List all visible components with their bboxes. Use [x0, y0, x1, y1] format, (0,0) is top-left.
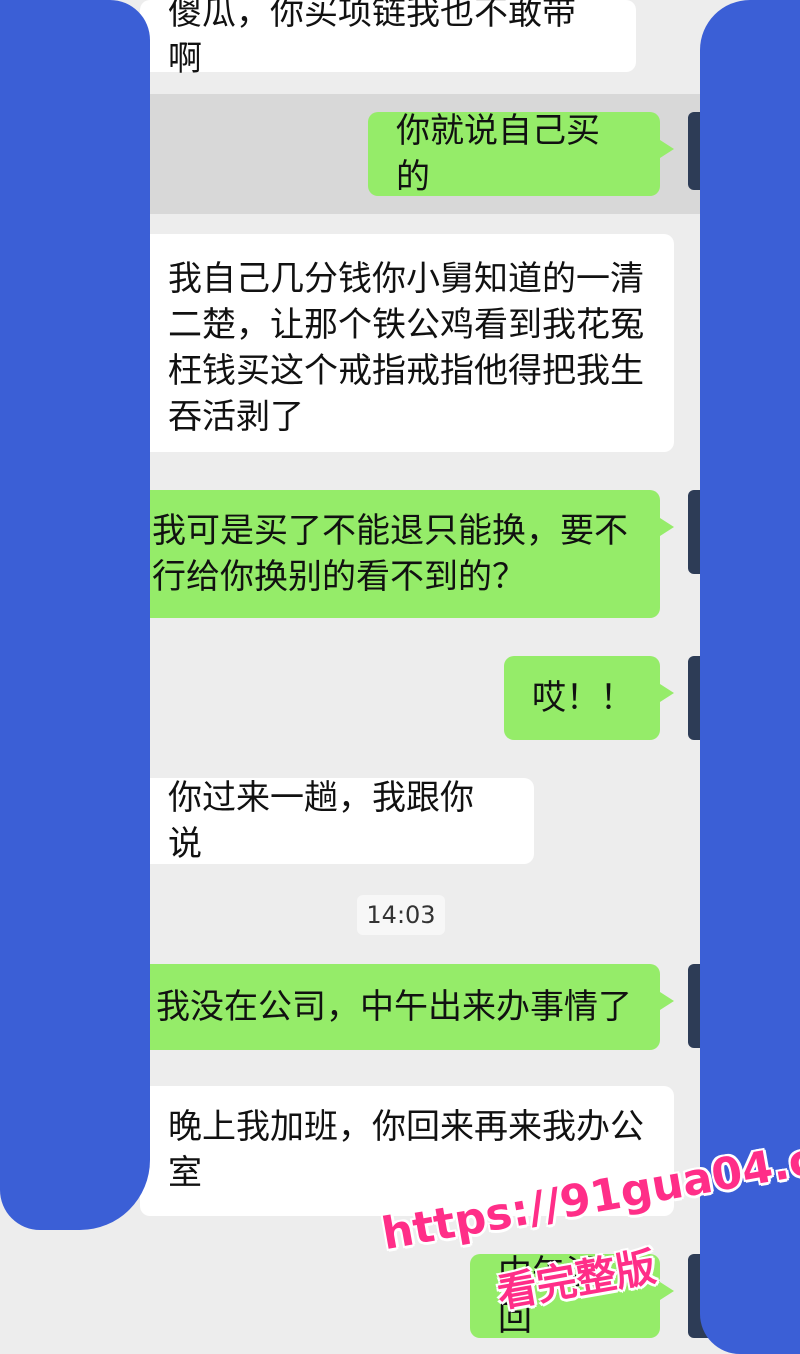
message-line: 室 [168, 1153, 202, 1193]
message-text: 你过来一趟，我跟你说 [168, 778, 474, 864]
message-line: 行给你换别的看不到的？ [152, 557, 526, 597]
message-line: 晚上我加班，你回来再来我办公 [168, 1107, 644, 1147]
message-text: 我没在公司，中午出来办事情了 [156, 987, 632, 1027]
message-line: 我自己几分钱你小舅知道的一清 [168, 259, 644, 299]
message-line: 吞活剥了 [168, 397, 304, 437]
message-bubble-outgoing[interactable]: 我可是买了不能退只能换，要不 行给你换别的看不到的？ [136, 490, 674, 618]
redaction-scribble-left [0, 0, 150, 1230]
message-text: 傻瓜，你买项链我也不敢带啊 [168, 0, 576, 79]
message-line: 二楚，让那个铁公鸡看到我花冤 [168, 305, 644, 345]
message-line: 枉钱买这个戒指戒指他得把我生 [168, 351, 644, 391]
message-bubble-incoming[interactable]: 傻瓜，你买项链我也不敢带啊 [126, 0, 636, 79]
message-text: 你就说自己买的 [396, 111, 600, 197]
message-bubble-outgoing[interactable]: 你就说自己买的 [368, 111, 674, 197]
message-bubble-incoming[interactable]: 你过来一趟，我跟你说 [126, 778, 534, 864]
message-bubble-outgoing[interactable]: 我没在公司，中午出来办事情了 [140, 964, 674, 1050]
timestamp: 14:03 [357, 895, 445, 935]
message-bubble-incoming[interactable]: 我自己几分钱你小舅知道的一清 二楚，让那个铁公鸡看到我花冤 枉钱买这个戒指戒指他… [126, 234, 674, 452]
message-bubble-outgoing[interactable]: 哎！！ [504, 656, 674, 740]
message-text: 哎！！ [532, 678, 634, 718]
message-line: 我可是买了不能退只能换，要不 [152, 511, 628, 551]
